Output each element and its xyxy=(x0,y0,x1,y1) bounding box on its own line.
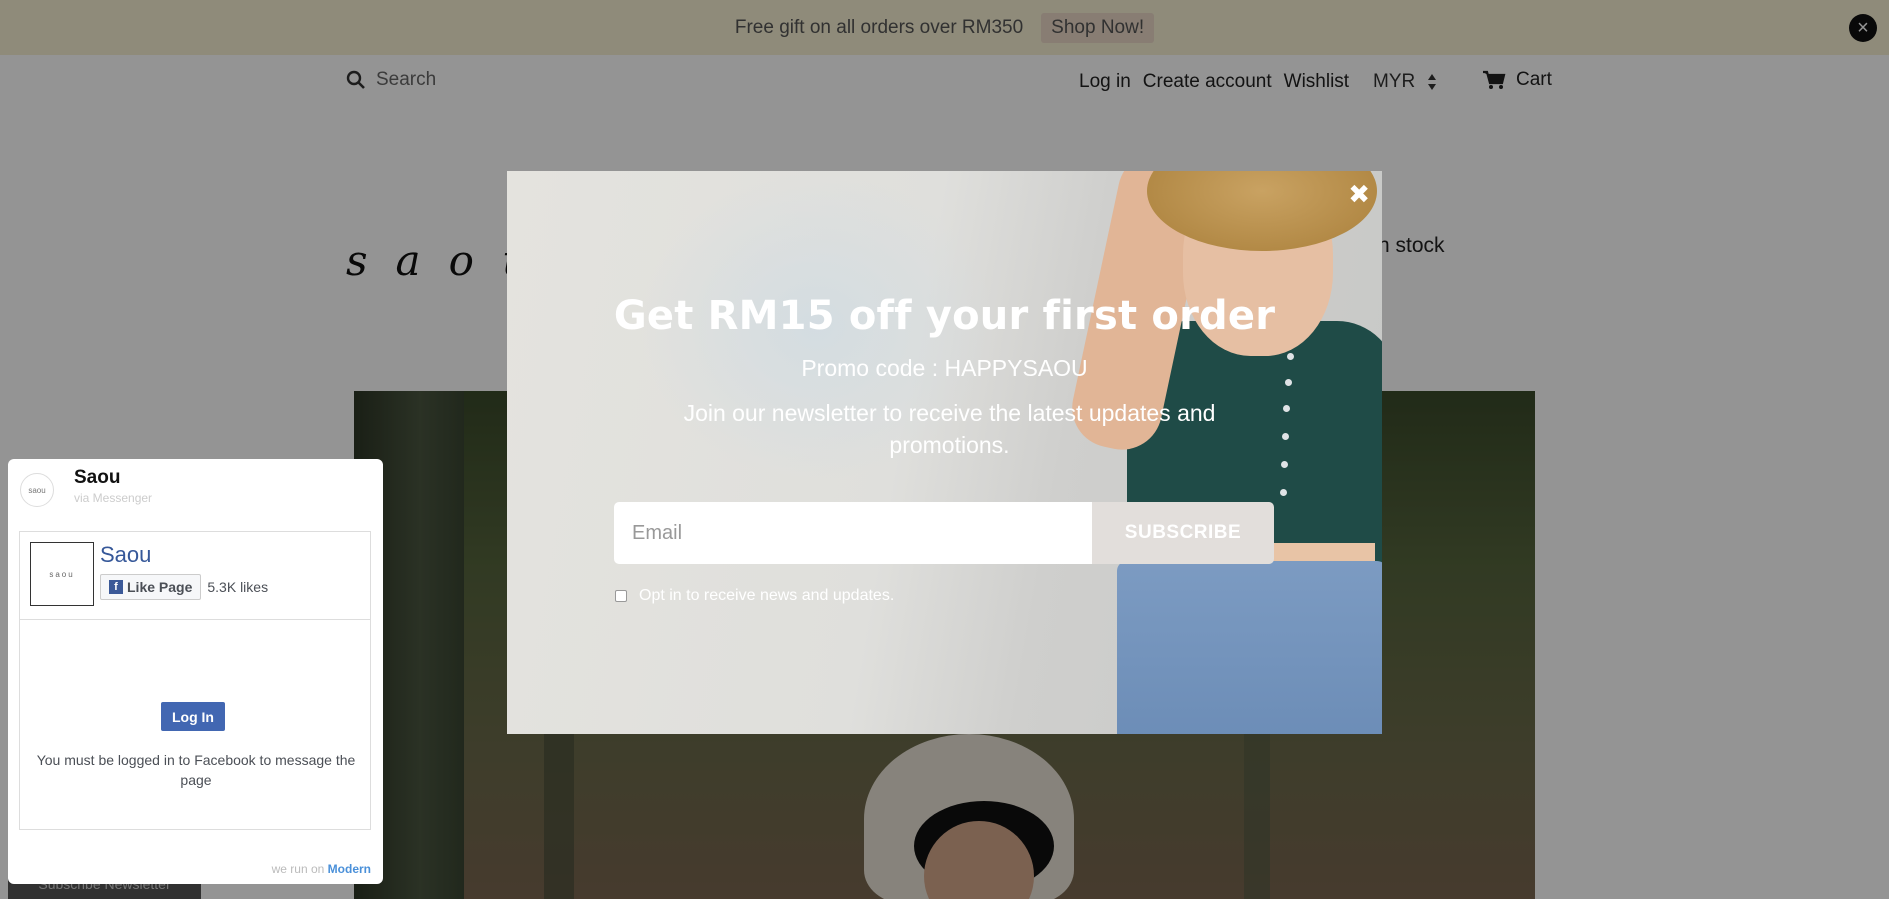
subscribe-button[interactable]: SUBSCRIBE xyxy=(1092,502,1274,564)
newsletter-form: Email SUBSCRIBE xyxy=(614,502,1279,564)
messenger-header: saou Saou via Messenger xyxy=(8,459,383,515)
messenger-page-name: Saou xyxy=(74,467,121,488)
likes-count: 5.3K likes xyxy=(207,579,269,595)
facebook-login-button[interactable]: Log In xyxy=(161,702,225,731)
optin-checkbox[interactable] xyxy=(615,590,627,602)
popup-description: Join our newsletter to receive the lates… xyxy=(683,400,1216,458)
messenger-widget: saou Saou via Messenger saou Saou f Like… xyxy=(8,459,383,884)
like-page-label: Like Page xyxy=(127,579,193,595)
avatar: saou xyxy=(20,473,54,507)
optin-label: Opt in to receive news and updates. xyxy=(639,587,895,604)
powered-by-text: we run on xyxy=(271,862,325,876)
facebook-page-link[interactable]: Saou xyxy=(100,542,268,568)
powered-by: we run on Modern xyxy=(272,862,371,876)
page-thumbnail[interactable]: saou xyxy=(30,542,94,606)
popup-title: Get RM15 off your first order xyxy=(613,293,1276,339)
facebook-page-card: saou Saou f Like Page 5.3K likes xyxy=(20,532,370,620)
messenger-subtitle: via Messenger xyxy=(74,491,153,505)
email-field[interactable]: Email xyxy=(614,502,1092,564)
like-page-button[interactable]: f Like Page xyxy=(100,574,202,600)
optin-row: Opt in to receive news and updates. xyxy=(615,587,894,605)
promo-code: Promo code : HAPPYSAOU xyxy=(801,355,1088,381)
modern-link[interactable]: Modern xyxy=(328,862,371,876)
facebook-icon: f xyxy=(109,580,123,594)
close-popup-button[interactable]: ✖ xyxy=(1348,181,1370,207)
login-required-message: You must be logged in to Facebook to mes… xyxy=(36,752,356,788)
newsletter-popup: ✖ Get RM15 off your first order Promo co… xyxy=(507,171,1382,734)
facebook-page-plugin: saou Saou f Like Page 5.3K likes Log In … xyxy=(19,531,371,830)
close-icon: ✖ xyxy=(1348,179,1370,209)
